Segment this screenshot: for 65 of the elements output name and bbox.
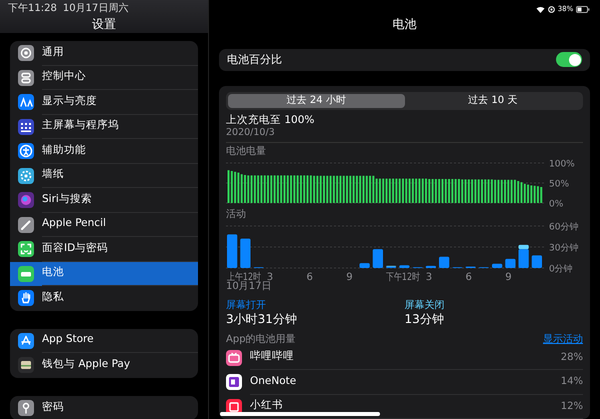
- toggle-switch[interactable]: [556, 52, 582, 68]
- axis-tick-label: 6: [306, 272, 313, 282]
- sidebar-item[interactable]: 辅助功能: [10, 139, 198, 164]
- sidebar-item[interactable]: 隐私: [10, 286, 198, 310]
- activity-bar: [227, 234, 238, 268]
- chart-title: 活动: [226, 208, 247, 220]
- app-name: 哔哩哔哩: [250, 349, 294, 364]
- segment-tab[interactable]: 过去 10 天: [404, 94, 581, 108]
- sidebar-item[interactable]: App Store: [10, 328, 198, 353]
- sidebar-item[interactable]: 显示与亮度: [10, 90, 198, 114]
- battery-icon: [576, 6, 590, 12]
- axis-tick-label: 100%: [549, 159, 575, 169]
- axis-tick-label: 0%: [549, 199, 564, 208]
- sidebar-item[interactable]: 控制中心: [10, 66, 198, 90]
- app-name: OneNote: [250, 374, 296, 389]
- sidebar-item[interactable]: 通用: [10, 41, 198, 66]
- activity-bar: [492, 263, 502, 268]
- axis-tick-label: 9: [346, 272, 353, 282]
- axis-date-label: 10月17日: [226, 280, 272, 292]
- section-header: App的电池用量: [226, 332, 296, 346]
- activity-bar: [505, 258, 516, 268]
- wifi-icon: [536, 6, 546, 12]
- page-title: 电池: [392, 16, 418, 33]
- stat-label: 屏幕打开: [226, 298, 267, 312]
- app-name: 小红书: [250, 398, 283, 414]
- usage-percent: 12%: [560, 400, 583, 414]
- sidebar-item[interactable]: 密码: [10, 396, 198, 419]
- status-date: 10月17日周六: [62, 3, 128, 15]
- sidebar-item[interactable]: 墙纸: [10, 164, 198, 188]
- sidebar-item[interactable]: Siri与搜索: [10, 188, 198, 212]
- last-charge-text: 上次充电至 100%: [226, 114, 316, 126]
- rotation-lock-icon: [548, 6, 555, 12]
- activity-bar: [372, 248, 383, 268]
- axis-tick-label: 30分钟: [549, 243, 578, 253]
- usage-percent: 28%: [560, 350, 583, 365]
- stat-label: 屏幕关闭: [404, 298, 446, 312]
- sidebar-item[interactable]: 电池: [10, 262, 198, 286]
- sidebar-item[interactable]: 钱包与 Apple Pay: [10, 353, 198, 378]
- axis-tick-label: 50%: [549, 179, 570, 189]
- usage-percent: 14%: [560, 375, 583, 390]
- chart-title: 电池电量: [226, 144, 267, 158]
- axis-tick-label: 3: [426, 272, 432, 282]
- axis-tick-label: 9: [505, 272, 512, 282]
- activity-bar: [360, 262, 370, 268]
- sidebar-item[interactable]: Apple Pencil: [10, 212, 198, 237]
- activity-bar: [399, 264, 410, 268]
- stat-value: 13分钟: [404, 312, 445, 326]
- axis-tick-label: 3: [266, 272, 274, 282]
- activity-bar: [240, 238, 250, 268]
- toggle-label: 电池百分比: [227, 52, 282, 68]
- activity-bar: [532, 254, 542, 268]
- axis-tick-label: 6: [466, 272, 472, 282]
- app-row[interactable]: 哔哩哔哩 28%: [226, 346, 583, 370]
- show-activity-link[interactable]: 显示活动: [543, 332, 583, 346]
- activity-bar: [439, 256, 450, 268]
- segment-tab[interactable]: 过去 24 小时: [228, 94, 404, 108]
- sidebar-item[interactable]: 主屏幕与程序坞: [10, 114, 198, 139]
- axis-tick-label: 60分钟: [549, 222, 578, 232]
- stat-value: 3小时31分钟: [226, 312, 298, 326]
- app-row[interactable]: OneNote 14%: [226, 370, 583, 394]
- status-time: 下午11:28: [8, 3, 57, 15]
- sidebar-title: 设置: [91, 16, 117, 33]
- last-charge-date: 2020/10/3: [226, 126, 276, 138]
- activity-bar: [426, 265, 436, 268]
- axis-tick-label: 0分钟: [549, 264, 573, 274]
